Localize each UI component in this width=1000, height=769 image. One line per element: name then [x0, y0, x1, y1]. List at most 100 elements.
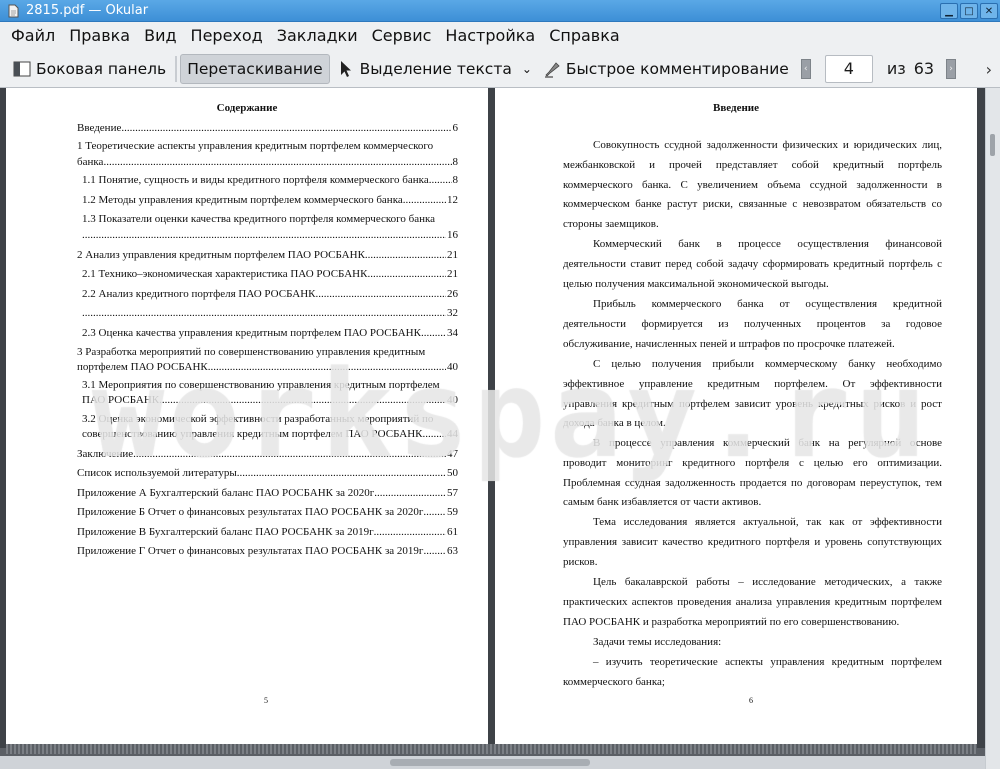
quick-annotate-button[interactable]: Быстрое комментирование — [536, 54, 795, 84]
text-line: Цель бакалаврской работы – исследование … — [593, 576, 942, 588]
tool-dropdown-button[interactable]: ⌄ — [518, 54, 536, 84]
document-viewport[interactable]: Содержание Введение 6 1 Теоретические асп… — [0, 88, 1000, 769]
next-page-edge — [6, 744, 977, 754]
toc-leader — [365, 248, 446, 263]
menu-bar: Файл Правка Вид Переход Закладки Сервис … — [0, 22, 1000, 50]
toc-entry-title: 2.3 Оценка качества управления кредитным… — [82, 327, 421, 339]
text-line: коммерческом банке растут риски, связанн… — [563, 198, 942, 211]
toc-entry[interactable]: Приложение В Бухгалтерский баланс ПАО РО… — [77, 525, 458, 540]
toc-entry-page: 40 — [447, 361, 458, 373]
toc-entry[interactable]: Заключение 47 — [77, 447, 458, 462]
toc-entry[interactable]: Список используемой литературы 50 — [77, 466, 458, 481]
toc-leader — [315, 287, 446, 302]
toc-leader — [429, 173, 452, 188]
quick-annotate-label: Быстрое комментирование — [565, 59, 789, 78]
toolbar-separator — [175, 55, 178, 82]
menu-bookmarks[interactable]: Закладки — [270, 22, 365, 50]
horizontal-scrollbar[interactable] — [0, 756, 985, 769]
toc-entry-title: 1.1 Понятие, сущность и виды кредитного … — [82, 174, 429, 186]
toc-entry-title-line[interactable]: 1 Теоретические аспекты управления креди… — [77, 139, 433, 154]
toc-entry[interactable]: 2.3 Оценка качества управления кредитным… — [82, 326, 458, 341]
paragraph: Совокупность ссудной задолженности физич… — [563, 136, 942, 235]
text-line: Совокупность ссудной задолженности физич… — [593, 139, 942, 151]
toc-entry[interactable]: 1.2 Методы управления кредитным портфеле… — [82, 193, 458, 208]
toc-entry[interactable]: банка 8 — [77, 155, 458, 170]
vertical-scroll-thumb[interactable] — [990, 134, 995, 156]
text-line: деятельности формируется из полученных п… — [563, 317, 942, 330]
toc-entry[interactable]: Приложение А Бухгалтерский баланс ПАО РО… — [77, 486, 458, 501]
toc-entry[interactable]: совершенствованию управления кредитным п… — [82, 427, 458, 442]
toc-leader — [82, 228, 446, 243]
toc-entry[interactable]: Введение 6 — [77, 121, 458, 136]
menu-file[interactable]: Файл — [4, 22, 62, 50]
toc-leader — [374, 486, 446, 501]
toc-entry-title: Заключение — [77, 448, 134, 460]
chevron-down-icon: ⌄ — [521, 61, 532, 76]
sidebar-button[interactable]: Боковая панель — [6, 54, 172, 84]
toc-entry[interactable]: 32 — [82, 306, 458, 321]
toc-entry[interactable]: 2.2 Анализ кредитного портфеля ПАО РОСБА… — [82, 287, 458, 302]
toc-entry[interactable]: Приложение Б Отчет о финансовых результа… — [77, 505, 458, 520]
menu-view[interactable]: Вид — [137, 22, 183, 50]
toc-entry[interactable]: 1.1 Понятие, сущность и виды кредитного … — [82, 173, 458, 188]
pdf-page-6: Введение Совокупность ссудной задолженно… — [495, 88, 977, 744]
close-icon: ✕ — [984, 5, 994, 17]
toc-leader — [133, 447, 446, 462]
toc-entry-page: 26 — [447, 288, 458, 300]
maximize-button[interactable]: □ — [960, 3, 978, 19]
toc-entry-page: 50 — [447, 467, 458, 479]
toc-leader — [237, 466, 446, 481]
text-line: целью получения максимальной экономическ… — [563, 277, 829, 290]
menu-settings[interactable]: Настройка — [438, 22, 542, 50]
toc-leader — [421, 326, 446, 341]
toc-entry[interactable]: 2.1 Технико–экономическая характеристика… — [82, 267, 458, 282]
text-line: ПАО РОСБАНК и разработка мероприятий по … — [563, 615, 900, 628]
menu-edit[interactable]: Правка — [62, 22, 137, 50]
toc-entry-title-line[interactable]: 3.1 Мероприятия по совершенствованию упр… — [82, 378, 440, 393]
text-line: – изучить теоретические аспекты управлен… — [593, 656, 942, 668]
text-select-tool-button[interactable]: Выделение текста — [330, 54, 518, 84]
toc-entry-page: 59 — [447, 506, 458, 518]
toc-leader — [403, 193, 446, 208]
text-select-tool-label: Выделение текста — [359, 59, 512, 78]
toc-entry-page: 40 — [447, 394, 458, 406]
toc-entry-page: 16 — [447, 229, 458, 241]
menu-help[interactable]: Справка — [542, 22, 627, 50]
next-page-button[interactable]: › — [946, 58, 957, 79]
toc-entry-page: 44 — [447, 428, 458, 440]
toc-entry[interactable]: 16 — [82, 228, 458, 243]
toc-entry[interactable]: портфелем ПАО РОСБАНК 40 — [77, 360, 458, 375]
text-line: практических аспектов проведения анализа… — [563, 595, 942, 608]
text-line: Прибыль коммерческого банка от осуществл… — [593, 298, 942, 310]
toc-entry-title-line[interactable]: 3.2 Оценка экономической эффективности р… — [82, 412, 433, 427]
toolbar-overflow-icon[interactable]: › — [986, 60, 992, 79]
minimize-icon: ▁ — [945, 5, 953, 17]
menu-go[interactable]: Переход — [184, 22, 270, 50]
browse-tool-button[interactable]: Перетаскивание — [180, 53, 330, 84]
vertical-scrollbar[interactable] — [985, 88, 1000, 769]
window-title: 2815.pdf — Okular — [26, 3, 149, 18]
toc-entry-page: 47 — [447, 448, 458, 460]
close-button[interactable]: ✕ — [980, 3, 998, 19]
toc-entry-title: Приложение В Бухгалтерский баланс ПАО РО… — [77, 526, 374, 538]
toc-entry-title-line[interactable]: 1.3 Показатели оценки качества кредитног… — [82, 212, 435, 227]
paragraph: Коммерческий банк в процессе осуществлен… — [563, 235, 942, 294]
toc-entry[interactable]: ПАО РОСБАНК 40 — [82, 393, 458, 408]
toc-entry-title: Приложение Г Отчет о финансовых результа… — [77, 545, 424, 557]
minimize-button[interactable]: ▁ — [940, 3, 958, 19]
toc-entry-title: портфелем ПАО РОСБАНК — [77, 361, 208, 373]
toc-entry[interactable]: Приложение Г Отчет о финансовых результа… — [77, 544, 458, 559]
previous-page-button[interactable]: ‹ — [800, 58, 811, 79]
menu-tools[interactable]: Сервис — [365, 22, 439, 50]
toc-entry-page: 6 — [452, 122, 459, 134]
page-of-label: из — [886, 59, 906, 78]
toc-entry-title-line[interactable]: 3 Разработка мероприятий по совершенство… — [77, 345, 425, 360]
toc-entry[interactable]: 2 Анализ управления кредитным портфелем … — [77, 248, 458, 263]
toc-leader — [103, 155, 451, 170]
toc-leader — [121, 121, 451, 136]
toc-leader — [423, 505, 446, 520]
toc-entry-page: 8 — [452, 174, 459, 186]
toc-entry-title: 2 Анализ управления кредитным портфелем … — [77, 249, 365, 261]
horizontal-scroll-thumb[interactable] — [390, 759, 590, 766]
page-number-input[interactable]: 4 — [824, 54, 873, 83]
